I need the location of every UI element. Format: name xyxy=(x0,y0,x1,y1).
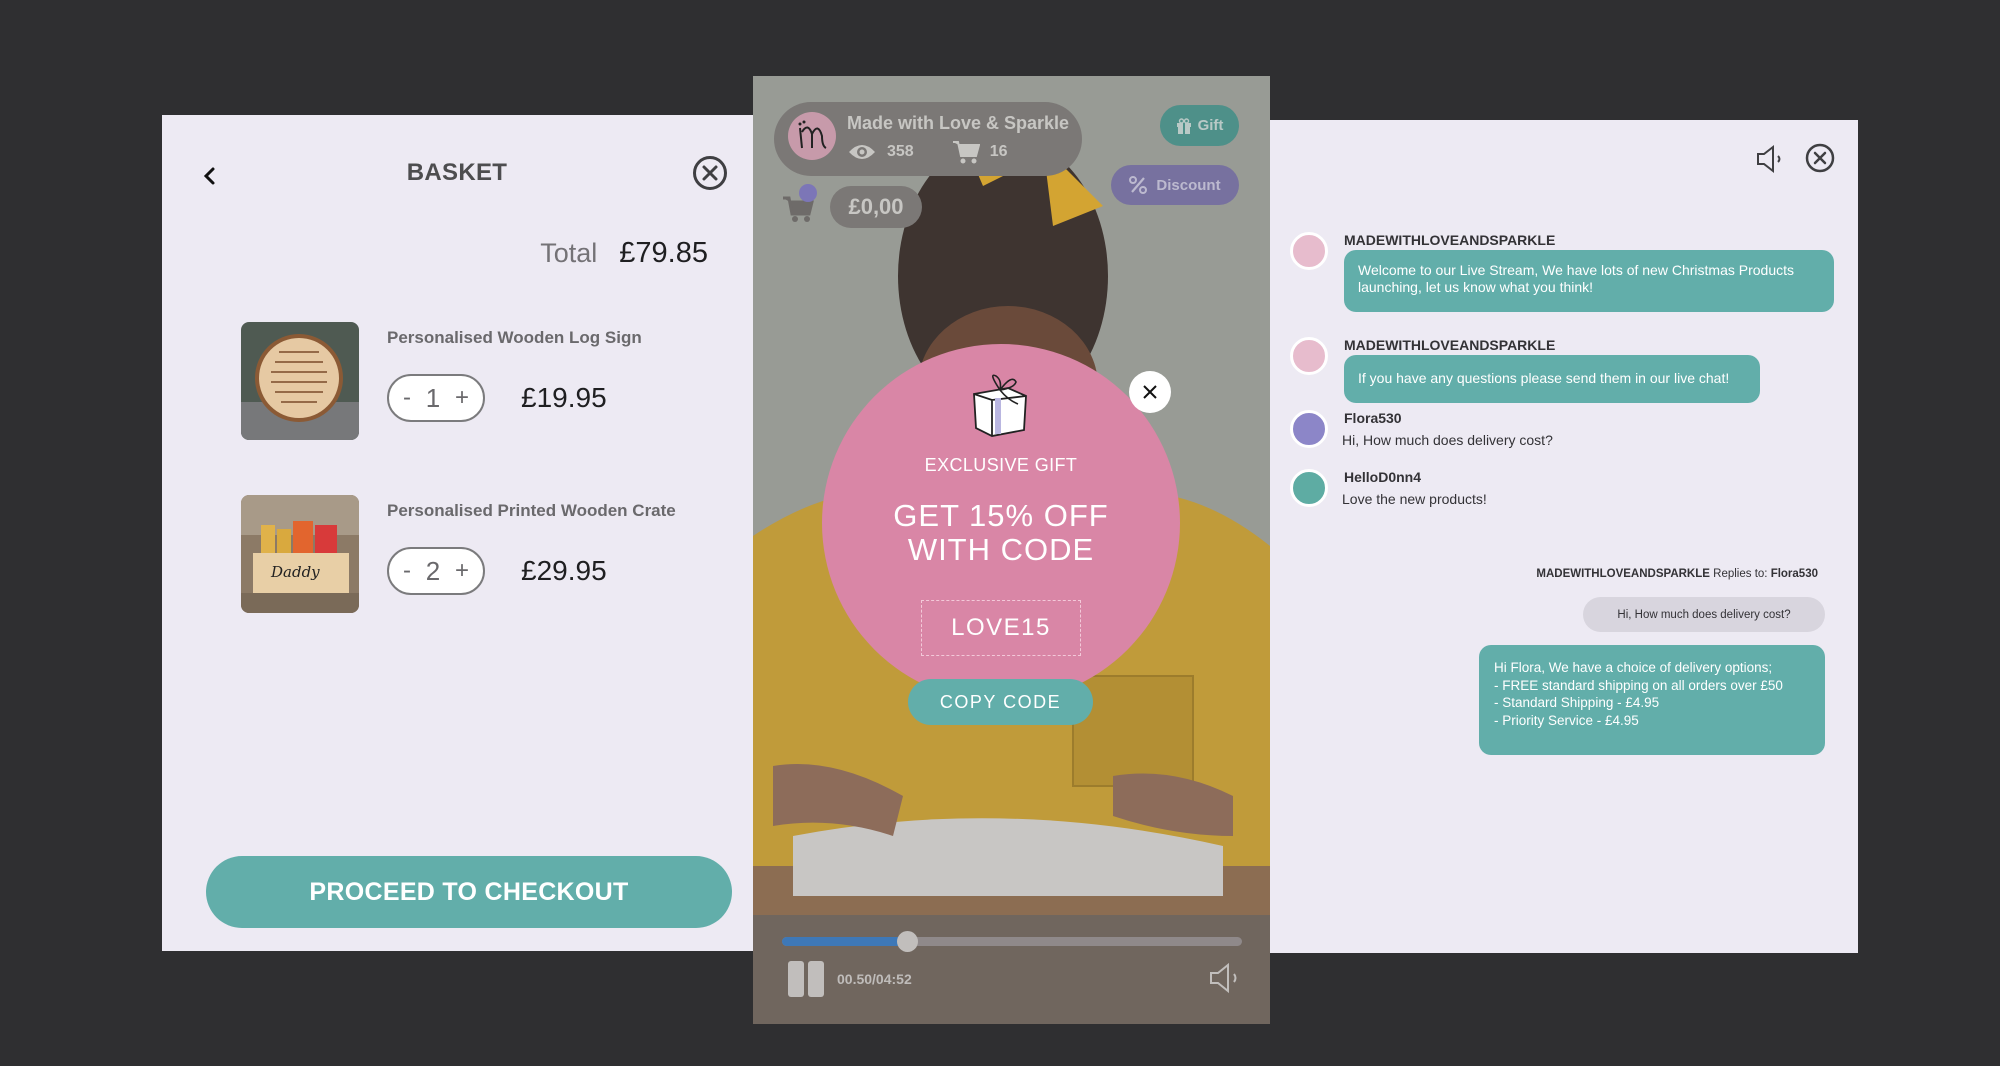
live-video-player[interactable]: Made with Love & Sparkle 358 16 £0,00 Gi… xyxy=(753,76,1270,1024)
promo-eyebrow: EXCLUSIVE GIFT xyxy=(924,455,1078,475)
basket-title: BASKET xyxy=(406,159,508,186)
circle-x-icon xyxy=(1805,143,1835,173)
basket-item: Daddy Personalised Printed Wooden Crate … xyxy=(241,495,711,613)
product-image-log-sign[interactable] xyxy=(241,322,359,440)
chat-close-button[interactable] xyxy=(1805,143,1835,173)
chat-sound-button[interactable] xyxy=(1756,144,1786,174)
basket-panel: BASKET Total £79.85 Personalised Wooden … xyxy=(162,115,754,951)
discount-label: Discount xyxy=(1156,176,1221,194)
cart-total: £0,00 xyxy=(830,186,922,228)
gift-button[interactable]: Gift xyxy=(1160,105,1239,146)
quantity-stepper: - 2 + xyxy=(387,547,485,595)
eye-icon xyxy=(849,145,875,159)
volume-button[interactable] xyxy=(1208,961,1242,995)
quoted-message: Hi, How much does delivery cost? xyxy=(1583,597,1825,632)
basket-item: Personalised Wooden Log Sign - 1 + £19.9… xyxy=(241,322,711,440)
message-author: MADEWITHLOVEANDSPARKLE xyxy=(1344,232,1556,248)
message-author: HelloD0nn4 xyxy=(1344,469,1422,485)
message-text: Love the new products! xyxy=(1342,491,1487,507)
product-name: Personalised Wooden Log Sign xyxy=(387,328,642,347)
increase-quantity-button[interactable]: + xyxy=(455,384,469,412)
cart-count: 16 xyxy=(989,143,1008,160)
progress-scrubber[interactable] xyxy=(897,931,919,952)
stream-stats: 358 16 xyxy=(847,140,1008,164)
cart-notification-dot xyxy=(799,184,817,202)
product-price: £29.95 xyxy=(521,555,607,586)
proceed-to-checkout-button[interactable]: PROCEED TO CHECKOUT xyxy=(206,856,732,928)
replies-to-user: Flora530 xyxy=(1770,568,1818,580)
svg-text:Daddy: Daddy xyxy=(270,563,320,581)
product-price: £19.95 xyxy=(521,382,607,413)
promo-headline-line1: GET 15% OFF xyxy=(893,498,1109,533)
pause-icon-bar-left xyxy=(788,961,804,997)
replies-to-label: Replies to: xyxy=(1713,568,1768,580)
reply-header: MADEWITHLOVEANDSPARKLE Replies to: Flora… xyxy=(1536,568,1818,580)
increase-quantity-button[interactable]: + xyxy=(455,557,469,585)
percent-icon xyxy=(1129,176,1148,194)
gift-label: Gift xyxy=(1197,117,1224,134)
author-avatar xyxy=(1290,469,1328,507)
message-bubble: If you have any questions please send th… xyxy=(1344,355,1760,403)
streamer-info[interactable]: Made with Love & Sparkle 358 16 xyxy=(774,102,1082,176)
author-avatar xyxy=(1290,337,1328,375)
pause-button[interactable] xyxy=(788,961,824,997)
message-author: Flora530 xyxy=(1344,410,1402,426)
progress-fill xyxy=(782,937,908,946)
total-value: £79.85 xyxy=(619,237,708,269)
player-controls: 00.50/04:52 xyxy=(753,915,1270,1024)
reply-author: MADEWITHLOVEANDSPARKLE xyxy=(1536,568,1710,580)
promo-headline-line2: WITH CODE xyxy=(907,532,1095,567)
basket-close-button[interactable] xyxy=(692,155,728,191)
product-image-wooden-crate[interactable]: Daddy xyxy=(241,495,359,613)
promo-headline: GET 15% OFF WITH CODE xyxy=(822,499,1180,567)
quantity-value: 2 xyxy=(425,555,441,586)
live-chat-panel: MADEWITHLOVEANDSPARKLE Welcome to our Li… xyxy=(1270,120,1858,953)
decrease-quantity-button[interactable]: - xyxy=(403,384,411,412)
message-bubble: Welcome to our Live Stream, We have lots… xyxy=(1344,250,1834,312)
progress-track[interactable] xyxy=(782,931,1242,952)
gift-box-icon xyxy=(973,374,1027,437)
gift-icon xyxy=(1176,117,1191,134)
viewer-count: 358 xyxy=(887,143,914,160)
quantity-stepper: - 1 + xyxy=(387,374,485,422)
message-author: MADEWITHLOVEANDSPARKLE xyxy=(1344,337,1556,353)
total-label: Total xyxy=(540,238,598,268)
message-text: Hi, How much does delivery cost? xyxy=(1342,432,1553,448)
time-readout: 00.50/04:52 xyxy=(837,971,912,987)
quantity-value: 1 xyxy=(425,382,441,413)
streamer-avatar xyxy=(788,112,836,160)
close-icon xyxy=(1143,385,1157,399)
copy-code-button[interactable]: COPY CODE xyxy=(908,679,1093,725)
promo-code[interactable]: LOVE15 xyxy=(921,600,1081,656)
speaker-icon xyxy=(1757,144,1781,174)
circle-x-icon xyxy=(693,156,727,190)
speaker-icon xyxy=(1210,962,1237,994)
author-avatar xyxy=(1290,232,1328,270)
promo-popup: EXCLUSIVE GIFT GET 15% OFF WITH CODE LOV… xyxy=(822,344,1180,702)
discount-button[interactable]: Discount xyxy=(1111,165,1239,205)
basket-total: Total £79.85 xyxy=(540,237,708,270)
decrease-quantity-button[interactable]: - xyxy=(403,557,411,585)
reply-bubble: Hi Flora, We have a choice of delivery o… xyxy=(1479,645,1825,755)
pause-icon-bar-right xyxy=(808,961,824,997)
promo-close-button[interactable] xyxy=(1129,371,1171,413)
product-name: Personalised Printed Wooden Crate xyxy=(387,501,676,520)
author-avatar xyxy=(1290,410,1328,448)
streamer-name: Made with Love & Sparkle xyxy=(847,113,1070,133)
cart-icon xyxy=(952,141,980,164)
